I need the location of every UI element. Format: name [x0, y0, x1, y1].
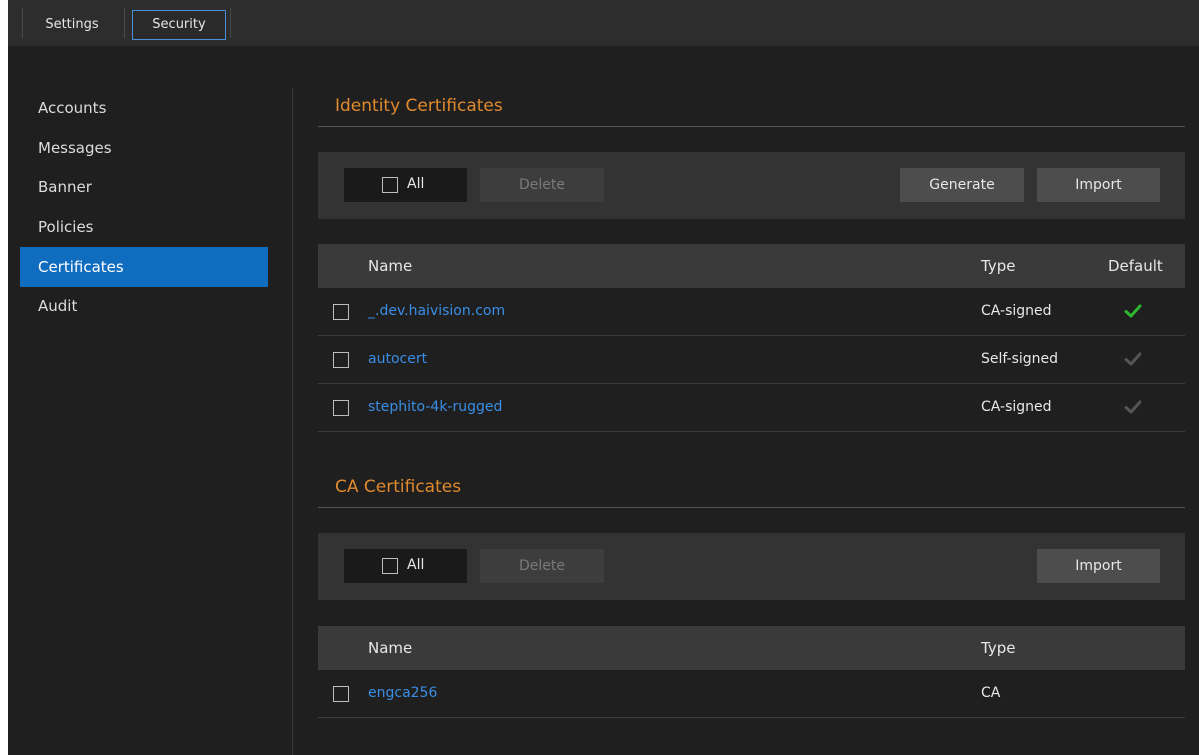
row-checkbox[interactable] — [333, 352, 349, 368]
certificate-name-link[interactable]: engca256 — [368, 670, 437, 718]
import-button[interactable]: Import — [1037, 549, 1160, 583]
identity-certificates-title: Identity Certificates — [335, 96, 503, 116]
select-all-checkbox[interactable] — [382, 558, 398, 574]
tab-security[interactable]: Security — [132, 10, 226, 40]
ca-toolbar: All Delete Import — [318, 533, 1185, 600]
table-row: _.dev.haivision.com CA-signed — [318, 288, 1185, 336]
row-checkbox[interactable] — [333, 400, 349, 416]
select-all-control[interactable]: All — [344, 168, 467, 202]
select-all-checkbox[interactable] — [382, 177, 398, 193]
row-checkbox[interactable] — [333, 304, 349, 320]
sidebar-item-policies[interactable]: Policies — [20, 207, 268, 247]
tab-settings[interactable]: Settings — [30, 12, 114, 38]
column-header-default[interactable]: Default — [1108, 244, 1163, 288]
select-all-control[interactable]: All — [344, 549, 467, 583]
set-default-check-icon[interactable] — [1124, 350, 1142, 368]
certificate-type: CA — [981, 685, 1001, 701]
sidebar-divider — [292, 88, 293, 755]
divider — [22, 8, 23, 38]
divider — [230, 8, 231, 38]
certificate-name-link[interactable]: _.dev.haivision.com — [368, 288, 505, 336]
sidebar-item-accounts[interactable]: Accounts — [20, 88, 268, 128]
certificate-name-link[interactable]: autocert — [368, 336, 427, 384]
row-checkbox[interactable] — [333, 686, 349, 702]
top-nav-bar: Settings Security — [8, 0, 1199, 46]
sidebar-item-audit[interactable]: Audit — [20, 286, 268, 326]
generate-button[interactable]: Generate — [900, 168, 1024, 202]
certificate-type: CA-signed — [981, 303, 1052, 319]
ca-certificates-title: CA Certificates — [335, 477, 462, 497]
select-all-label: All — [407, 176, 425, 192]
column-header-name[interactable]: Name — [368, 244, 412, 288]
set-default-check-icon[interactable] — [1124, 398, 1142, 416]
section-divider — [318, 126, 1185, 127]
section-divider — [318, 507, 1185, 508]
certificate-type: CA-signed — [981, 399, 1052, 415]
delete-button[interactable]: Delete — [480, 168, 604, 202]
certificate-name-link[interactable]: stephito-4k-rugged — [368, 384, 502, 432]
sidebar-item-messages[interactable]: Messages — [20, 128, 268, 168]
default-check-icon[interactable] — [1124, 302, 1142, 320]
sidebar: Accounts Messages Banner Policies Certif… — [8, 46, 293, 755]
sidebar-item-banner[interactable]: Banner — [20, 167, 268, 207]
app-window: Settings Security Accounts Messages Bann… — [8, 0, 1199, 755]
select-all-label: All — [407, 557, 425, 573]
divider — [124, 8, 125, 38]
column-header-name[interactable]: Name — [368, 626, 412, 670]
identity-table-header: Name Type Default — [318, 244, 1185, 288]
table-row: engca256 CA — [318, 670, 1185, 718]
sidebar-item-certificates[interactable]: Certificates — [20, 247, 268, 287]
column-header-type[interactable]: Type — [981, 626, 1015, 670]
table-row: stephito-4k-rugged CA-signed — [318, 384, 1185, 432]
identity-toolbar: All Delete Generate Import — [318, 152, 1185, 219]
import-button[interactable]: Import — [1037, 168, 1160, 202]
certificate-type: Self-signed — [981, 351, 1059, 367]
ca-table-header: Name Type — [318, 626, 1185, 670]
table-row: autocert Self-signed — [318, 336, 1185, 384]
delete-button[interactable]: Delete — [480, 549, 604, 583]
column-header-type[interactable]: Type — [981, 244, 1015, 288]
